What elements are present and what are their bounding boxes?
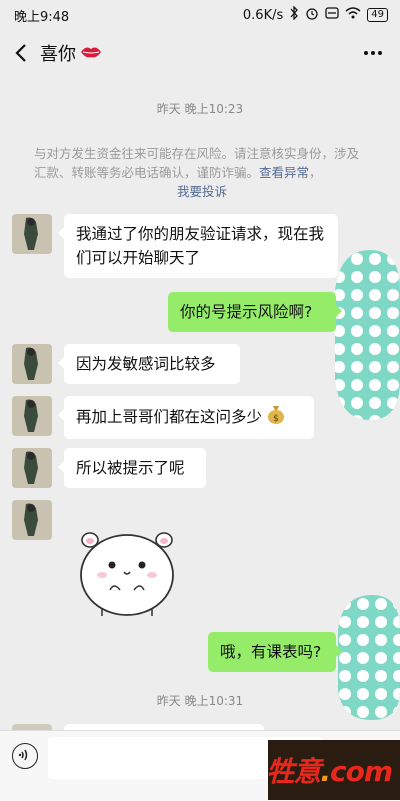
svg-text:$: $ (273, 414, 279, 424)
status-bar: 晚上9:48 0.6K/s 49 (0, 0, 400, 28)
wifi-icon (345, 7, 361, 23)
chat-title: 喜你 (40, 40, 102, 66)
chevron-left-icon[interactable] (12, 41, 32, 65)
message-bubble-incoming[interactable]: 我通过了你的朋友验证请求，现在我们可以开始聊天了 (58, 214, 338, 278)
chat-header: 喜你 (0, 28, 400, 78)
message-bubble-incoming[interactable]: 所以被提示了呢 (58, 448, 206, 488)
watermark-text: 牲意 (266, 755, 321, 788)
money-bag-icon: $ (267, 404, 285, 431)
watermark-dot: . (320, 755, 331, 788)
message-text: 再加上哥哥们都在这问多少 (76, 408, 263, 426)
hamster-sticker[interactable] (72, 520, 182, 620)
voice-icon[interactable] (12, 743, 38, 769)
message-timestamp: 昨天 晚上10:23 (156, 102, 244, 116)
lips-icon (80, 43, 102, 64)
contact-avatar[interactable] (12, 448, 52, 488)
battery-indicator: 49 (367, 8, 388, 22)
risk-notice: 与对方发生资金往来可能存在风险。请注意核实身份，涉及汇款、转账等务必电话确认，谨… (34, 144, 370, 201)
more-dots-icon[interactable] (362, 41, 384, 65)
bluetooth-icon (289, 5, 299, 24)
silent-icon (325, 6, 339, 24)
contact-avatar[interactable] (12, 396, 52, 436)
view-abnormal-link[interactable]: 查看异常 (259, 165, 309, 180)
status-icons: 0.6K/s 49 (242, 5, 388, 24)
contact-avatar[interactable] (12, 214, 52, 254)
contact-avatar[interactable] (12, 344, 52, 384)
contact-name: 喜你 (40, 44, 76, 65)
site-watermark: 牲意.com (266, 750, 393, 790)
report-link[interactable]: 我要投诉 (177, 184, 227, 199)
message-timestamp: 昨天 晚上10:31 (156, 694, 244, 708)
message-bubble-outgoing[interactable]: 哦，有课表吗? (208, 632, 342, 672)
status-time: 晚上9:48 (14, 10, 70, 25)
message-bubble-incoming[interactable]: 再加上哥哥们都在这问多少 $ (58, 396, 314, 439)
alarm-icon (305, 6, 319, 24)
message-bubble-incoming[interactable]: 因为发敏感词比较多 (58, 344, 240, 384)
contact-avatar[interactable] (12, 500, 52, 540)
network-speed: 0.6K/s (242, 7, 284, 23)
message-bubble-outgoing[interactable]: 你的号提示风险啊? (168, 292, 342, 332)
watermark-domain: com (329, 755, 393, 788)
notice-separator: ， (309, 165, 322, 180)
polka-dot-decoration (335, 250, 400, 420)
